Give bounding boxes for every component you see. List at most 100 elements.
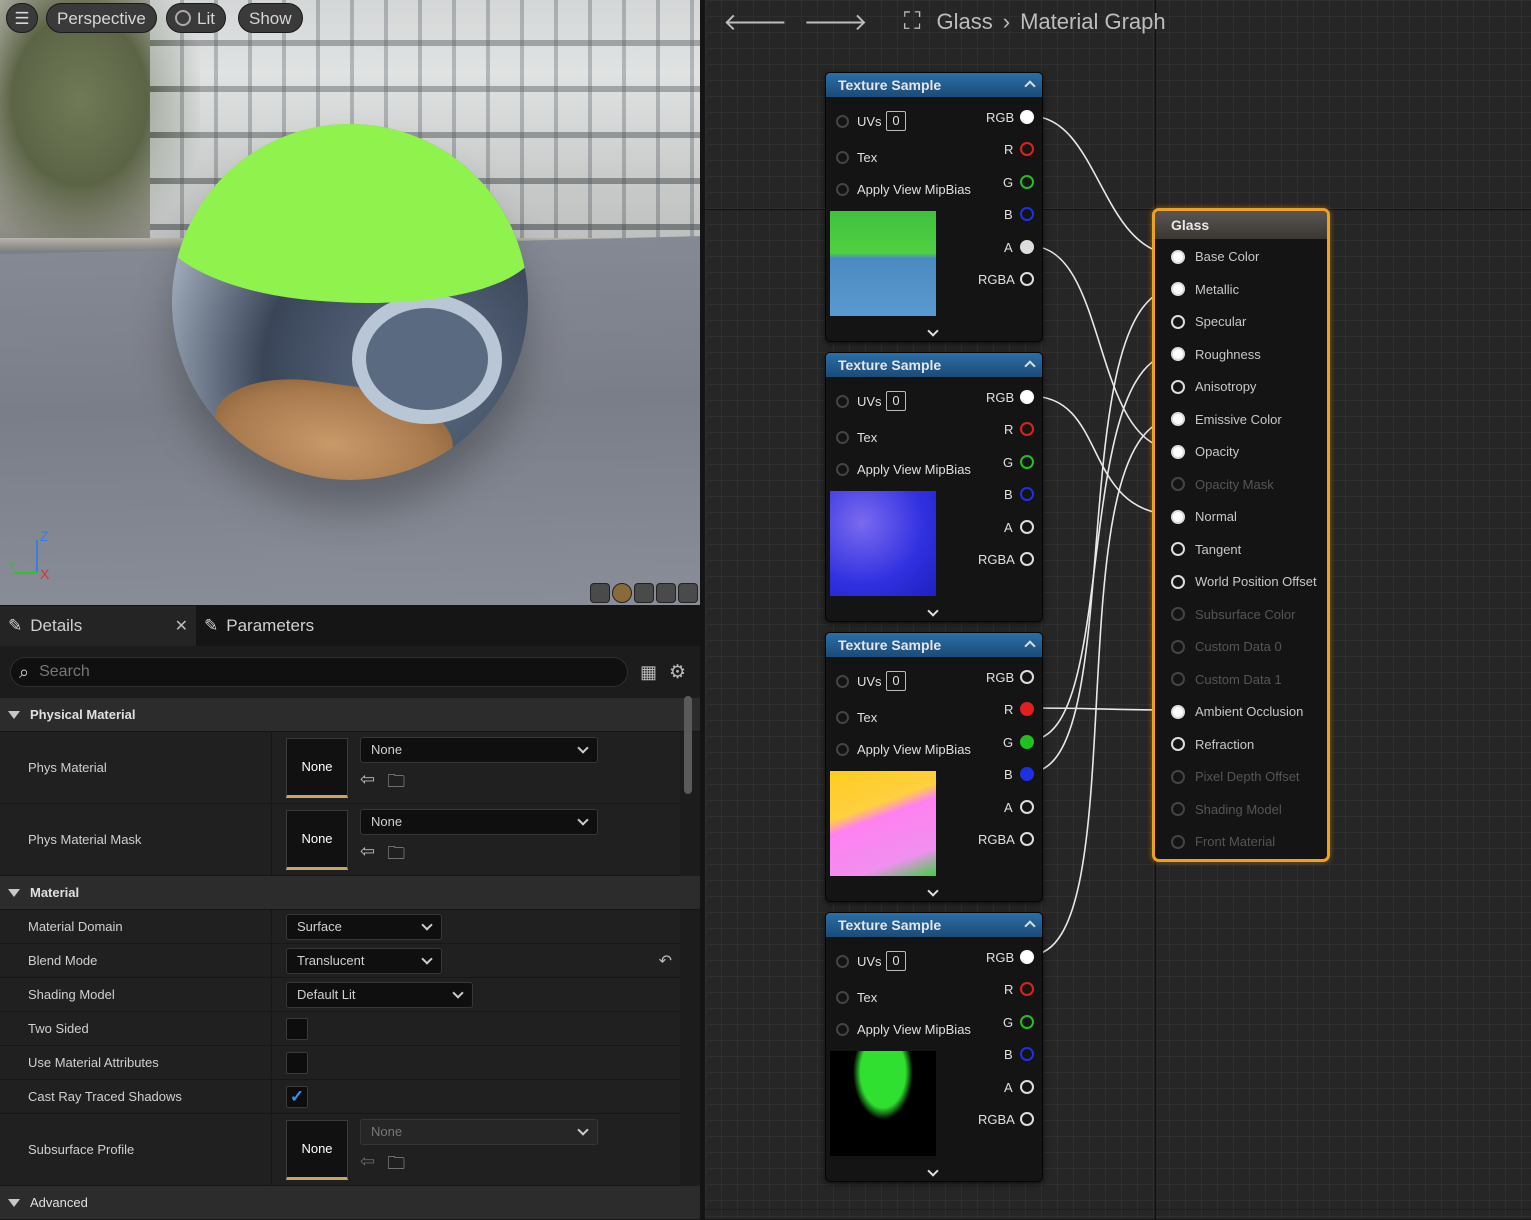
pin-input-icon[interactable]	[1171, 412, 1185, 426]
pin-out-r[interactable]	[1020, 422, 1034, 436]
pin-input-icon[interactable]	[1171, 639, 1185, 654]
pin-out-r[interactable]	[1020, 982, 1034, 996]
pin-in-tex[interactable]	[836, 711, 849, 724]
pin-in-tex[interactable]	[836, 431, 849, 444]
pin-out-g[interactable]	[1020, 1015, 1034, 1029]
expand-chevron-icon[interactable]	[927, 605, 939, 617]
node-header[interactable]: Texture Sample	[826, 353, 1042, 377]
pin-out-g[interactable]	[1020, 735, 1034, 749]
pin-input-icon[interactable]	[1171, 444, 1185, 459]
glass-pin-row[interactable]: Emissive Color	[1171, 412, 1282, 427]
pin-in-uvs[interactable]	[836, 675, 849, 688]
pin-out-b[interactable]	[1020, 487, 1034, 501]
glass-pin-row[interactable]: Normal	[1171, 509, 1237, 524]
pin-input-icon[interactable]	[1171, 477, 1185, 491]
pin-in-tex[interactable]	[836, 151, 849, 164]
pin-out-rgb[interactable]	[1020, 110, 1034, 124]
pin-label: B	[1004, 207, 1013, 222]
glass-pin-row[interactable]: Refraction	[1171, 737, 1254, 752]
glass-pin-row[interactable]: Custom Data 1	[1171, 672, 1282, 687]
glass-pin-row[interactable]: Anisotropy	[1171, 379, 1256, 394]
pin-out-rgba[interactable]	[1020, 1112, 1034, 1126]
pin-out-a[interactable]	[1020, 1080, 1034, 1094]
glass-pin-row[interactable]: Base Color	[1171, 249, 1259, 264]
pin-out-a[interactable]	[1020, 800, 1034, 814]
pin-out-b[interactable]	[1020, 207, 1034, 221]
uv-index-input[interactable]: 0	[886, 391, 906, 411]
uv-index-input[interactable]: 0	[886, 111, 906, 131]
pin-input-icon[interactable]	[1171, 249, 1185, 264]
texture-sample-node-3[interactable]: Texture Sample UVs 0 Tex Apply View MipBi…	[825, 632, 1043, 902]
pin-input-icon[interactable]	[1171, 737, 1185, 751]
glass-pin-row[interactable]: Shading Model	[1171, 802, 1282, 817]
pin-input-icon[interactable]	[1171, 509, 1185, 524]
pin-input-icon[interactable]	[1171, 347, 1185, 361]
pin-out-r[interactable]	[1020, 702, 1034, 716]
pin-in-mipbias[interactable]	[836, 743, 849, 756]
collapse-icon[interactable]	[1024, 920, 1036, 932]
pin-in-mipbias[interactable]	[836, 1023, 849, 1036]
pin-input-icon[interactable]	[1171, 704, 1185, 719]
glass-pin-row[interactable]: Opacity	[1171, 444, 1239, 459]
glass-pin-row[interactable]: Custom Data 0	[1171, 639, 1282, 654]
pin-in-uvs[interactable]	[836, 955, 849, 968]
expand-chevron-icon[interactable]	[927, 325, 939, 337]
collapse-icon[interactable]	[1024, 80, 1036, 92]
pin-input-icon[interactable]	[1171, 607, 1185, 621]
pin-in-tex[interactable]	[836, 991, 849, 1004]
collapse-icon[interactable]	[1024, 640, 1036, 652]
glass-pin-row[interactable]: Roughness	[1171, 347, 1261, 362]
pin-out-rgb[interactable]	[1020, 950, 1034, 964]
pin-out-a[interactable]	[1020, 520, 1034, 534]
glass-material-result-node[interactable]: Glass Base Color Metallic Specular Roughnes…	[1152, 208, 1330, 862]
pin-out-r[interactable]	[1020, 142, 1034, 156]
pin-out-b[interactable]	[1020, 767, 1034, 781]
pin-out-g[interactable]	[1020, 175, 1034, 189]
pin-input-icon[interactable]	[1171, 802, 1185, 816]
uv-index-input[interactable]: 0	[886, 671, 906, 691]
glass-pin-row[interactable]: Subsurface Color	[1171, 607, 1295, 622]
pin-out-rgba[interactable]	[1020, 832, 1034, 846]
node-header[interactable]: Texture Sample	[826, 913, 1042, 937]
pin-in-mipbias[interactable]	[836, 463, 849, 476]
pin-label: A	[1004, 520, 1013, 535]
pin-input-icon[interactable]	[1171, 672, 1185, 686]
uv-index-input[interactable]: 0	[886, 951, 906, 971]
pin-input-icon[interactable]	[1171, 574, 1185, 589]
expand-chevron-icon[interactable]	[927, 1165, 939, 1177]
pin-out-b[interactable]	[1020, 1047, 1034, 1061]
pin-input-icon[interactable]	[1171, 282, 1185, 296]
pin-out-rgba[interactable]	[1020, 552, 1034, 566]
pin-input-icon[interactable]	[1171, 379, 1185, 394]
glass-pin-row[interactable]: Pixel Depth Offset	[1171, 769, 1300, 784]
node-header[interactable]: Glass	[1155, 211, 1327, 239]
node-header[interactable]: Texture Sample	[826, 73, 1042, 97]
pin-out-g[interactable]	[1020, 455, 1034, 469]
texture-sample-node-2[interactable]: Texture Sample UVs 0 Tex Apply View MipBi…	[825, 352, 1043, 622]
expand-chevron-icon[interactable]	[927, 885, 939, 897]
pin-label: RGBA	[978, 552, 1015, 567]
glass-pin-row[interactable]: Tangent	[1171, 542, 1241, 557]
pin-out-a[interactable]	[1020, 240, 1034, 254]
pin-input-icon[interactable]	[1171, 542, 1185, 556]
pin-input-icon[interactable]	[1171, 834, 1185, 849]
texture-sample-node-4[interactable]: Texture Sample UVs 0 Tex Apply View MipBi…	[825, 912, 1043, 1182]
node-header[interactable]: Texture Sample	[826, 633, 1042, 657]
glass-pin-row[interactable]: World Position Offset	[1171, 574, 1317, 589]
pin-in-uvs[interactable]	[836, 115, 849, 128]
glass-pin-row[interactable]: Front Material	[1171, 834, 1275, 849]
collapse-icon[interactable]	[1024, 360, 1036, 372]
pin-out-rgb[interactable]	[1020, 670, 1034, 684]
glass-pin-row[interactable]: Metallic	[1171, 282, 1239, 297]
glass-pin-row[interactable]: Opacity Mask	[1171, 477, 1274, 492]
pin-input-icon[interactable]	[1171, 314, 1185, 329]
pin-label: Specular	[1195, 314, 1247, 329]
pin-out-rgba[interactable]	[1020, 272, 1034, 286]
pin-in-uvs[interactable]	[836, 395, 849, 408]
glass-pin-row[interactable]: Ambient Occlusion	[1171, 704, 1303, 719]
texture-sample-node-1[interactable]: Texture Sample UVs 0 Tex Apply View MipBi…	[825, 72, 1043, 342]
pin-input-icon[interactable]	[1171, 769, 1185, 784]
pin-out-rgb[interactable]	[1020, 390, 1034, 404]
glass-pin-row[interactable]: Specular	[1171, 314, 1246, 329]
pin-in-mipbias[interactable]	[836, 183, 849, 196]
